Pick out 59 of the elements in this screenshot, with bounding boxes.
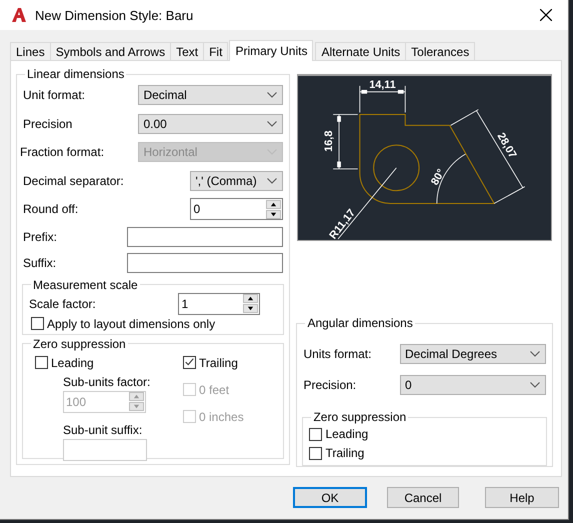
group-title: Measurement scale xyxy=(32,278,139,292)
chevron-icon xyxy=(530,382,540,388)
checkbox-label: 0 feet xyxy=(199,382,230,396)
dropdown[interactable]: Decimal xyxy=(138,85,284,106)
field-label: Decimal separator: xyxy=(23,174,124,188)
chevron-icon xyxy=(267,92,278,98)
dimension-label: 16,8 xyxy=(324,130,336,152)
tab[interactable]: Tolerances xyxy=(405,42,476,60)
dropdown[interactable]: ',' (Comma) xyxy=(190,170,284,191)
group-title: Zero suppression xyxy=(32,336,127,350)
field-label: Round off: xyxy=(23,202,78,216)
field-label: Suffix: xyxy=(23,256,56,270)
checkbox[interactable] xyxy=(35,356,48,369)
tab[interactable]: Primary Units xyxy=(229,40,314,61)
dropdown[interactable]: 0 xyxy=(400,374,546,394)
app-logo-icon xyxy=(11,7,27,23)
group-title: Zero suppression xyxy=(312,410,408,424)
group-title: Linear dimensions xyxy=(26,67,126,81)
window-title: New Dimension Style: Baru xyxy=(35,8,194,22)
field-label: Fraction format: xyxy=(20,145,104,160)
field-label: Scale factor: xyxy=(29,296,96,310)
checkbox[interactable] xyxy=(309,428,322,440)
input-field[interactable] xyxy=(63,438,147,460)
checkbox-label: Apply to layout dimensions only xyxy=(47,316,216,330)
input-field[interactable] xyxy=(127,252,284,272)
field-label: Precision: xyxy=(303,378,356,392)
spin-field[interactable]: 0 xyxy=(190,198,284,220)
dropdown[interactable]: 0.00 xyxy=(138,114,284,134)
checkbox-label: Leading xyxy=(51,356,94,370)
checkbox-label: Trailing xyxy=(325,446,364,460)
checkbox-label: Trailing xyxy=(199,356,238,370)
dialog-button[interactable]: Help xyxy=(485,487,559,508)
field-label: Sub-unit suffix: xyxy=(63,422,144,436)
chevron-icon xyxy=(267,178,278,184)
chevron-icon xyxy=(267,120,278,127)
input-field[interactable] xyxy=(127,226,284,246)
spin-field[interactable]: 1 xyxy=(178,292,260,314)
checkbox[interactable] xyxy=(183,356,196,369)
tab[interactable]: Symbols and Arrows xyxy=(50,42,172,60)
tab[interactable]: Alternate Units xyxy=(315,42,406,60)
close-icon[interactable] xyxy=(540,9,552,21)
dimension-label: 80° xyxy=(429,167,448,188)
dialog-button[interactable]: OK xyxy=(293,487,367,508)
field-label: Units format: xyxy=(303,346,372,360)
chevron-icon xyxy=(530,350,540,356)
field-label: Precision xyxy=(23,116,72,131)
field-label: Sub-units factor: xyxy=(63,374,152,388)
dropdown[interactable]: Decimal Degrees xyxy=(400,344,546,364)
dialog-button[interactable]: Cancel xyxy=(387,487,459,508)
checkbox[interactable] xyxy=(31,317,44,330)
dimension-label: 14,11 xyxy=(370,78,396,91)
checkbox-label: Leading xyxy=(325,427,368,441)
field-label: Prefix: xyxy=(23,230,58,244)
tab[interactable]: Lines xyxy=(10,42,51,60)
checkbox-label: 0 inches xyxy=(199,410,244,424)
group-title: Angular dimensions xyxy=(306,316,414,330)
checkbox[interactable] xyxy=(309,446,322,460)
field-label: Unit format: xyxy=(23,88,86,102)
tab[interactable]: Fit xyxy=(203,42,228,60)
